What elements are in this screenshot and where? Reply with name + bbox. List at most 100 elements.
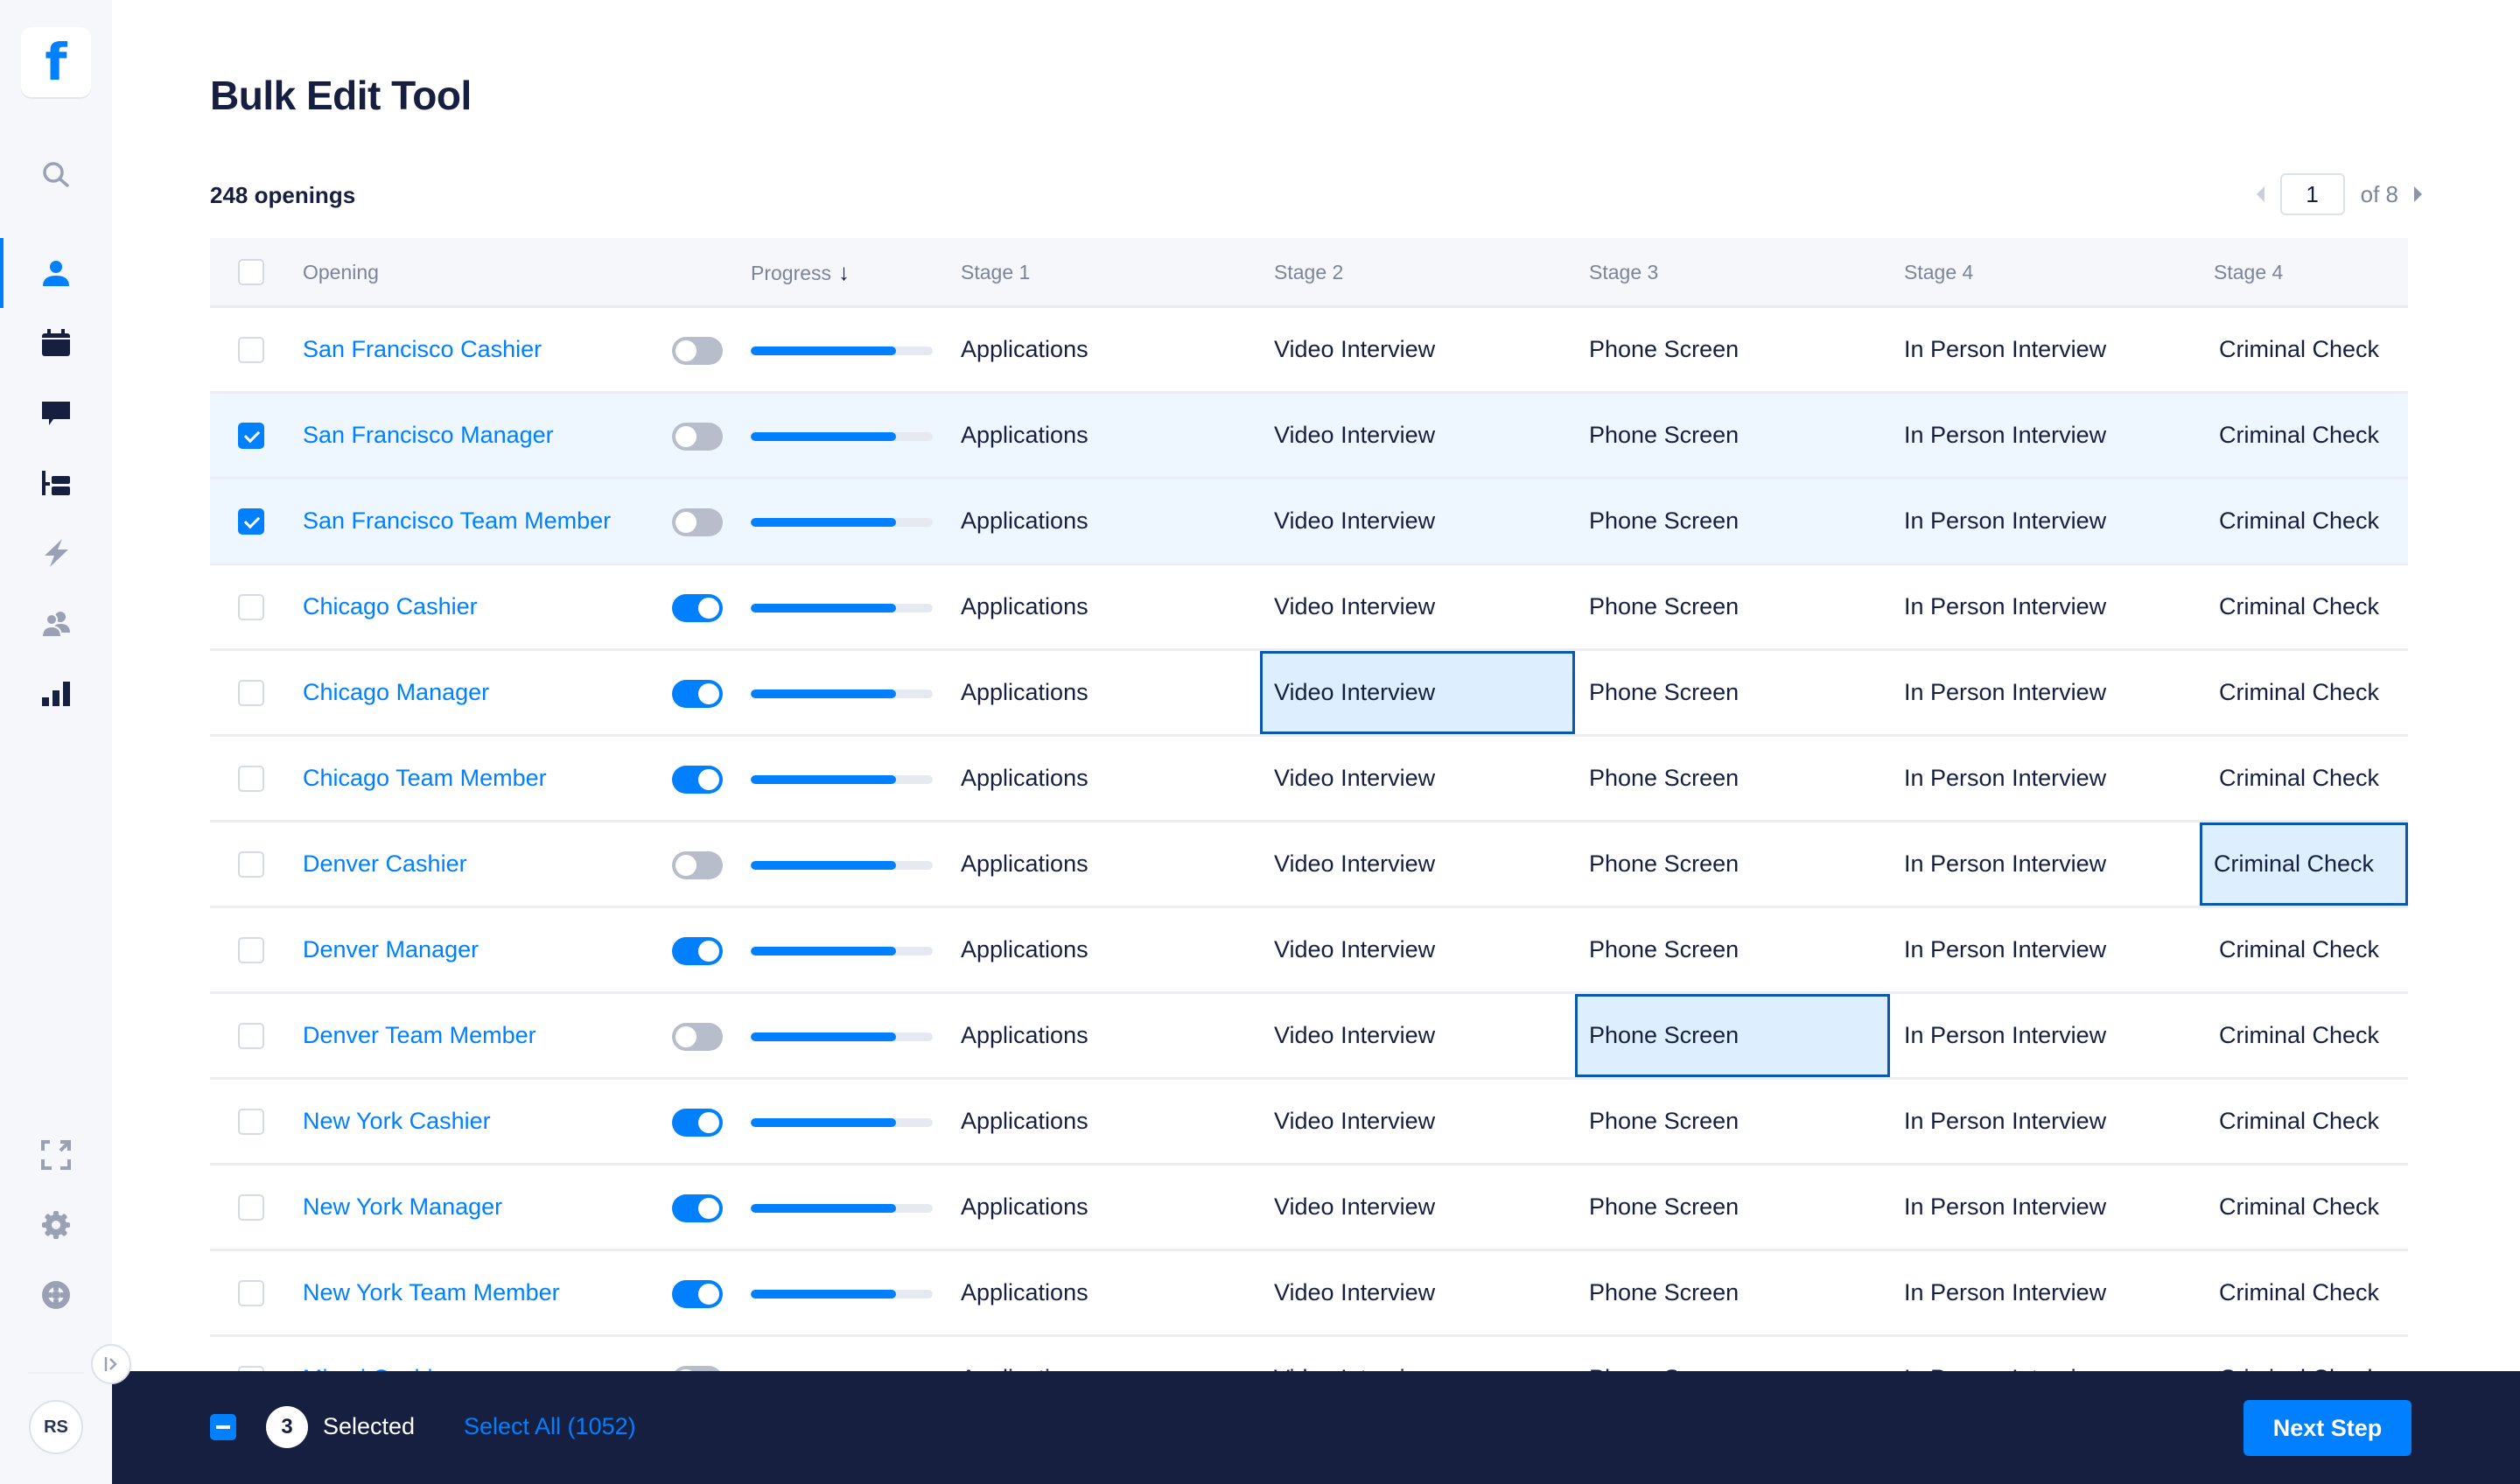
row-checkbox[interactable] bbox=[238, 1280, 264, 1306]
stage-2-cell[interactable]: Video Interview bbox=[1274, 908, 1435, 991]
active-toggle[interactable] bbox=[672, 937, 723, 965]
stage-1-cell[interactable]: Applications bbox=[961, 908, 1088, 991]
table-row[interactable]: San Francisco Manager Applications Video I… bbox=[210, 394, 2408, 480]
active-toggle[interactable] bbox=[672, 423, 723, 451]
row-checkbox[interactable] bbox=[238, 423, 264, 449]
bar-chart-icon[interactable] bbox=[38, 676, 74, 710]
people-icon[interactable] bbox=[38, 606, 74, 640]
table-row[interactable]: Chicago Cashier Applications Video Intervi… bbox=[210, 565, 2408, 651]
expand-sidebar-button[interactable] bbox=[91, 1344, 131, 1384]
column-header-stage5[interactable]: Stage 4 bbox=[2214, 238, 2283, 306]
stage-1-cell[interactable]: Applications bbox=[961, 308, 1088, 391]
stage-3-cell[interactable]: Phone Screen bbox=[1575, 994, 1890, 1077]
stage-4-cell[interactable]: In Person Interview bbox=[1904, 1251, 2106, 1334]
stage-5-cell[interactable]: Criminal Check bbox=[2219, 737, 2379, 820]
row-checkbox[interactable] bbox=[238, 508, 264, 535]
column-header-opening[interactable]: Opening bbox=[303, 238, 379, 306]
stage-4-cell[interactable]: In Person Interview bbox=[1904, 480, 2106, 563]
active-toggle[interactable] bbox=[672, 851, 723, 879]
stage-2-cell[interactable]: Video Interview bbox=[1274, 1251, 1435, 1334]
stage-4-cell[interactable]: In Person Interview bbox=[1904, 994, 2106, 1077]
stage-2-cell[interactable]: Video Interview bbox=[1274, 480, 1435, 563]
table-row[interactable]: Denver Team Member Applications Video Inte… bbox=[210, 994, 2408, 1080]
stage-1-cell[interactable]: Applications bbox=[961, 1166, 1088, 1249]
row-checkbox[interactable] bbox=[238, 1194, 264, 1221]
stage-3-cell[interactable]: Phone Screen bbox=[1589, 308, 1739, 391]
opening-link[interactable]: San Francisco Cashier bbox=[303, 308, 542, 391]
select-all-link[interactable]: Select All (1052) bbox=[464, 1413, 636, 1440]
active-toggle[interactable] bbox=[672, 1194, 723, 1222]
stage-4-cell[interactable]: In Person Interview bbox=[1904, 737, 2106, 820]
column-header-stage1[interactable]: Stage 1 bbox=[961, 238, 1030, 306]
stage-3-cell[interactable]: Phone Screen bbox=[1589, 480, 1739, 563]
stage-3-cell[interactable]: Phone Screen bbox=[1589, 565, 1739, 648]
help-lifebuoy-icon[interactable] bbox=[38, 1278, 74, 1312]
active-toggle[interactable] bbox=[672, 1023, 723, 1051]
stage-3-cell[interactable]: Phone Screen bbox=[1589, 1166, 1739, 1249]
stage-3-cell[interactable]: Phone Screen bbox=[1589, 1251, 1739, 1334]
opening-link[interactable]: Denver Cashier bbox=[303, 822, 467, 906]
stage-4-cell[interactable]: In Person Interview bbox=[1904, 565, 2106, 648]
opening-link[interactable]: Denver Manager bbox=[303, 908, 479, 991]
stage-1-cell[interactable]: Applications bbox=[961, 1080, 1088, 1163]
table-row[interactable]: San Francisco Team Member Applications Vid… bbox=[210, 480, 2408, 565]
stage-5-cell[interactable]: Criminal Check bbox=[2219, 1080, 2379, 1163]
next-page-icon[interactable] bbox=[2414, 186, 2422, 202]
row-checkbox[interactable] bbox=[238, 337, 264, 363]
avatar[interactable]: RS bbox=[29, 1400, 83, 1454]
opening-link[interactable]: San Francisco Manager bbox=[303, 394, 554, 477]
previous-page-icon[interactable] bbox=[2256, 186, 2264, 202]
active-toggle[interactable] bbox=[672, 1109, 723, 1137]
stage-4-cell[interactable]: In Person Interview bbox=[1904, 308, 2106, 391]
stage-5-cell[interactable]: Criminal Check bbox=[2219, 994, 2379, 1077]
hierarchy-icon[interactable] bbox=[38, 466, 74, 500]
stage-2-cell[interactable]: Video Interview bbox=[1274, 1080, 1435, 1163]
table-row[interactable]: New York Cashier Applications Video Interv… bbox=[210, 1080, 2408, 1166]
app-logo[interactable]: f bbox=[21, 27, 91, 97]
stage-3-cell[interactable]: Phone Screen bbox=[1589, 651, 1739, 734]
row-checkbox[interactable] bbox=[238, 1023, 264, 1049]
opening-link[interactable]: Denver Team Member bbox=[303, 994, 536, 1077]
row-checkbox[interactable] bbox=[238, 766, 264, 792]
opening-link[interactable]: San Francisco Team Member bbox=[303, 480, 611, 563]
select-all-checkbox[interactable] bbox=[238, 259, 264, 285]
active-toggle[interactable] bbox=[672, 1280, 723, 1308]
active-toggle[interactable] bbox=[672, 337, 723, 365]
row-checkbox[interactable] bbox=[238, 594, 264, 620]
table-row[interactable]: New York Team Member Applications Video In… bbox=[210, 1251, 2408, 1337]
stage-2-cell[interactable]: Video Interview bbox=[1274, 1166, 1435, 1249]
stage-4-cell[interactable]: In Person Interview bbox=[1904, 394, 2106, 477]
stage-1-cell[interactable]: Applications bbox=[961, 1251, 1088, 1334]
stage-3-cell[interactable]: Phone Screen bbox=[1589, 737, 1739, 820]
stage-3-cell[interactable]: Phone Screen bbox=[1589, 908, 1739, 991]
stage-2-cell[interactable]: Video Interview bbox=[1260, 651, 1575, 734]
stage-5-cell[interactable]: Criminal Check bbox=[2219, 1166, 2379, 1249]
active-toggle[interactable] bbox=[672, 508, 723, 536]
stage-5-cell[interactable]: Criminal Check bbox=[2219, 308, 2379, 391]
stage-3-cell[interactable]: Phone Screen bbox=[1589, 822, 1739, 906]
next-step-button[interactable]: Next Step bbox=[2244, 1400, 2412, 1456]
expand-icon[interactable] bbox=[38, 1138, 74, 1172]
stage-4-cell[interactable]: In Person Interview bbox=[1904, 651, 2106, 734]
person-icon[interactable] bbox=[38, 256, 74, 290]
opening-link[interactable]: Chicago Manager bbox=[303, 651, 489, 734]
stage-5-cell[interactable]: Criminal Check bbox=[2219, 1251, 2379, 1334]
opening-link[interactable]: New York Team Member bbox=[303, 1251, 560, 1334]
opening-link[interactable]: Chicago Team Member bbox=[303, 737, 547, 820]
active-toggle[interactable] bbox=[672, 594, 723, 622]
stage-2-cell[interactable]: Video Interview bbox=[1274, 308, 1435, 391]
page-number-input[interactable] bbox=[2279, 173, 2345, 215]
column-header-stage2[interactable]: Stage 2 bbox=[1274, 238, 1343, 306]
row-checkbox[interactable] bbox=[238, 937, 264, 963]
opening-link[interactable]: Chicago Cashier bbox=[303, 565, 478, 648]
stage-1-cell[interactable]: Applications bbox=[961, 394, 1088, 477]
table-row[interactable]: New York Manager Applications Video Interv… bbox=[210, 1166, 2408, 1251]
stage-4-cell[interactable]: In Person Interview bbox=[1904, 1080, 2106, 1163]
column-header-stage3[interactable]: Stage 3 bbox=[1589, 238, 1658, 306]
calendar-icon[interactable] bbox=[38, 326, 74, 360]
stage-1-cell[interactable]: Applications bbox=[961, 651, 1088, 734]
stage-2-cell[interactable]: Video Interview bbox=[1274, 822, 1435, 906]
table-row[interactable]: San Francisco Cashier Applications Video I… bbox=[210, 308, 2408, 394]
stage-5-cell[interactable]: Criminal Check bbox=[2219, 394, 2379, 477]
stage-5-cell[interactable]: Criminal Check bbox=[2219, 480, 2379, 563]
